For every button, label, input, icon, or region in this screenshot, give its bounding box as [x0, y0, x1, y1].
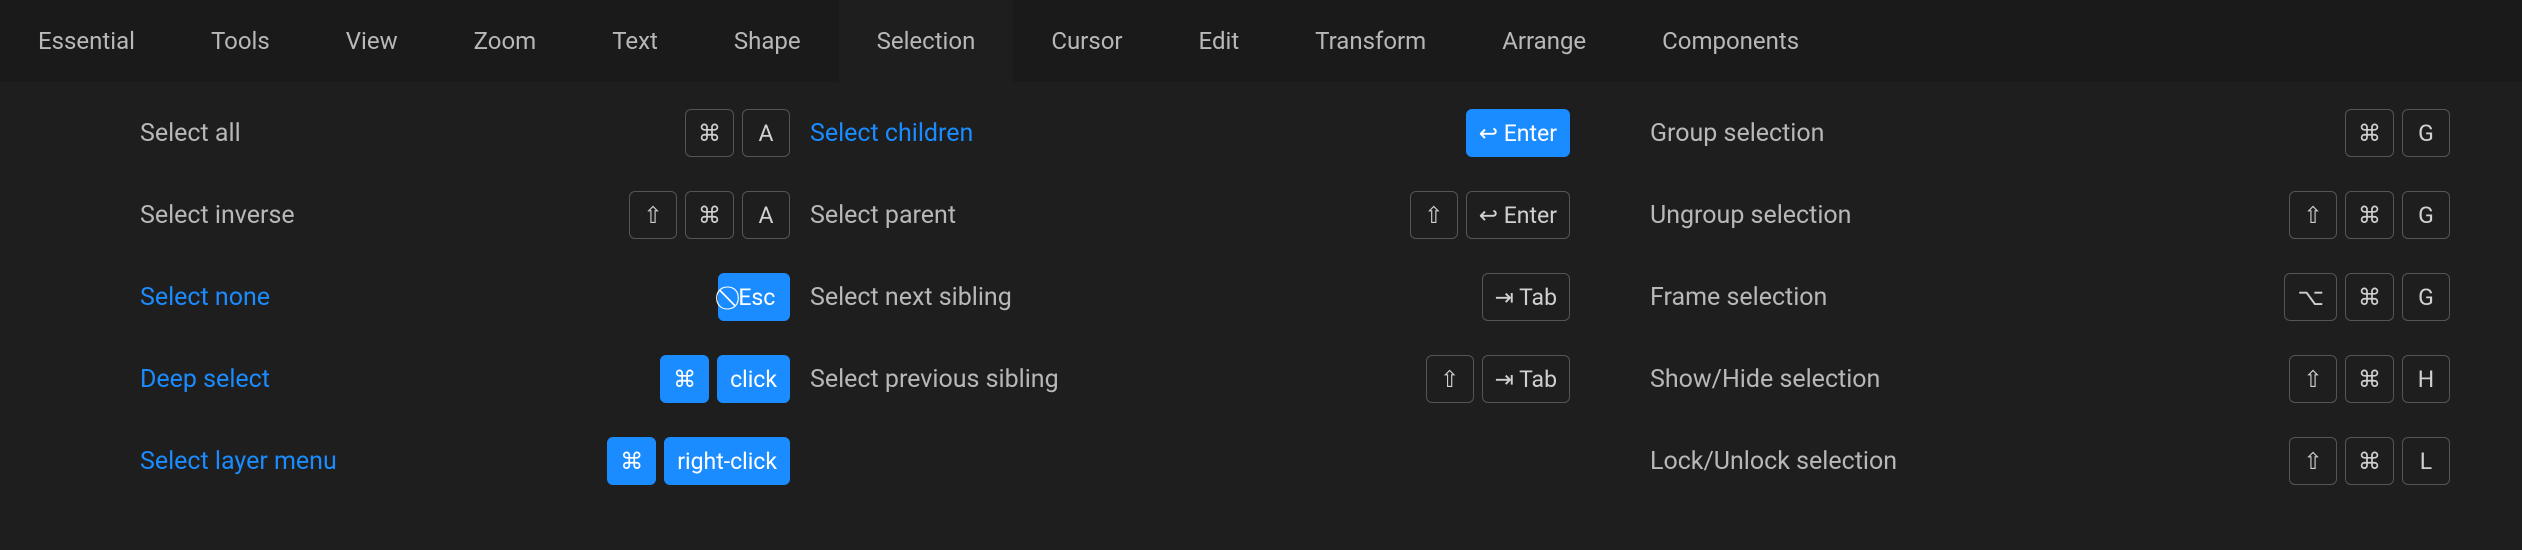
- key-cap: G: [2402, 191, 2450, 239]
- shortcut-row[interactable]: Ungroup selection ⇧⌘G: [1650, 190, 2450, 240]
- shortcut-keys: ⌘click: [660, 355, 790, 403]
- shortcut-keys: ⇧⌘G: [2289, 191, 2450, 239]
- key-cap: ⇧: [1410, 191, 1458, 239]
- shortcut-label: Select parent: [810, 201, 956, 230]
- tab-zoom[interactable]: Zoom: [436, 0, 575, 82]
- shortcut-row[interactable]: Select inverse ⇧⌘A: [140, 190, 790, 240]
- tab-transform[interactable]: Transform: [1277, 0, 1464, 82]
- tab-edit[interactable]: Edit: [1161, 0, 1278, 82]
- shortcut-keys: ⌘right-click: [607, 437, 790, 485]
- key-cap: ⇧: [1426, 355, 1474, 403]
- key-cap: A: [742, 109, 790, 157]
- tab-tools[interactable]: Tools: [173, 0, 308, 82]
- shortcut-row[interactable]: Show/Hide selection ⇧⌘H: [1650, 354, 2450, 404]
- key-cap: A: [742, 191, 790, 239]
- shortcut-row[interactable]: Select children ↩ Enter: [810, 108, 1570, 158]
- key-cap: G: [2402, 109, 2450, 157]
- key-cap: ⌘: [685, 191, 734, 239]
- shortcut-row[interactable]: Select layer menu ⌘right-click: [140, 436, 790, 486]
- shortcut-keys: ⇧↩ Enter: [1410, 191, 1570, 239]
- tab-arrange[interactable]: Arrange: [1464, 0, 1624, 82]
- shortcut-keys: ⇧⌘A: [629, 191, 790, 239]
- key-cap: ⌥: [2284, 273, 2337, 321]
- shortcut-label: Show/Hide selection: [1650, 365, 1880, 394]
- key-cap: ⌘: [2345, 355, 2394, 403]
- shortcut-label: Ungroup selection: [1650, 201, 1851, 230]
- shortcut-keys: ⇥ Tab: [1482, 273, 1570, 321]
- shortcut-row[interactable]: Lock/Unlock selection ⇧⌘L: [1650, 436, 2450, 486]
- shortcut-label: Frame selection: [1650, 283, 1827, 312]
- key-cap: click: [717, 355, 790, 403]
- key-cap: ⇥ Tab: [1482, 355, 1570, 403]
- key-cap: G: [2402, 273, 2450, 321]
- shortcut-label: Lock/Unlock selection: [1650, 447, 1897, 476]
- key-cap: ⌘: [685, 109, 734, 157]
- key-cap: H: [2402, 355, 2450, 403]
- shortcut-label: Select previous sibling: [810, 365, 1059, 394]
- key-cap: ⌘: [2345, 191, 2394, 239]
- key-cap: ⌘: [2345, 273, 2394, 321]
- shortcut-row[interactable]: Frame selection ⌥⌘G: [1650, 272, 2450, 322]
- shortcut-row[interactable]: Select parent ⇧↩ Enter: [810, 190, 1570, 240]
- shortcut-row[interactable]: Group selection ⌘G: [1650, 108, 2450, 158]
- shortcut-label: Select inverse: [140, 201, 295, 230]
- shortcut-label: Group selection: [1650, 119, 1824, 148]
- key-cap: L: [2402, 437, 2450, 485]
- shortcut-keys: ⌘G: [2345, 109, 2450, 157]
- key-cap: ⌘: [660, 355, 709, 403]
- shortcut-row[interactable]: Select previous sibling ⇧⇥ Tab: [810, 354, 1570, 404]
- tab-shape[interactable]: Shape: [696, 0, 839, 82]
- tab-bar: EssentialToolsViewZoomTextShapeSelection…: [0, 0, 2522, 82]
- key-cap: ⇧: [2289, 437, 2337, 485]
- shortcut-label: Select layer menu: [140, 447, 337, 476]
- key-cap: ⇧: [629, 191, 677, 239]
- tab-view[interactable]: View: [308, 0, 436, 82]
- shortcut-label: Select none: [140, 283, 270, 312]
- shortcut-keys: ⃠ Esc: [718, 273, 790, 321]
- key-cap: ⌘: [607, 437, 656, 485]
- shortcut-keys: ⌘A: [685, 109, 790, 157]
- shortcut-label: Select children: [810, 119, 973, 148]
- shortcut-label: Deep select: [140, 365, 270, 394]
- shortcut-row[interactable]: Select next sibling ⇥ Tab: [810, 272, 1570, 322]
- shortcut-keys: ⇧⇥ Tab: [1426, 355, 1570, 403]
- shortcut-keys: ⌥⌘G: [2284, 273, 2450, 321]
- shortcut-label: Select next sibling: [810, 283, 1012, 312]
- tab-cursor[interactable]: Cursor: [1013, 0, 1160, 82]
- tab-selection[interactable]: Selection: [839, 0, 1014, 82]
- key-cap: ⇧: [2289, 191, 2337, 239]
- shortcut-column-2: Select children↩ EnterSelect parent⇧↩ En…: [790, 108, 1570, 486]
- shortcut-row[interactable]: Select none⃠ Esc: [140, 272, 790, 322]
- shortcut-column-3: Group selection⌘GUngroup selection⇧⌘GFra…: [1570, 108, 2522, 486]
- key-cap: ⇧: [2289, 355, 2337, 403]
- key-cap: ⇥ Tab: [1482, 273, 1570, 321]
- shortcut-row[interactable]: Select all ⌘A: [140, 108, 790, 158]
- tab-components[interactable]: Components: [1624, 0, 1837, 82]
- shortcut-keys: ⇧⌘H: [2289, 355, 2450, 403]
- key-cap: ⃠ Esc: [718, 273, 790, 321]
- shortcut-keys: ⇧⌘L: [2289, 437, 2450, 485]
- key-cap: ↩ Enter: [1466, 109, 1570, 157]
- shortcut-row[interactable]: Deep select ⌘click: [140, 354, 790, 404]
- key-cap: ↩ Enter: [1466, 191, 1570, 239]
- shortcut-column-1: Select all⌘ASelect inverse⇧⌘ASelect none…: [0, 108, 790, 486]
- tab-text[interactable]: Text: [574, 0, 696, 82]
- shortcut-keys: ↩ Enter: [1466, 109, 1570, 157]
- key-cap: ⌘: [2345, 109, 2394, 157]
- key-cap: ⌘: [2345, 437, 2394, 485]
- key-cap: right-click: [664, 437, 790, 485]
- shortcut-content: Select all⌘ASelect inverse⇧⌘ASelect none…: [0, 82, 2522, 516]
- tab-essential[interactable]: Essential: [0, 0, 173, 82]
- shortcut-label: Select all: [140, 119, 241, 148]
